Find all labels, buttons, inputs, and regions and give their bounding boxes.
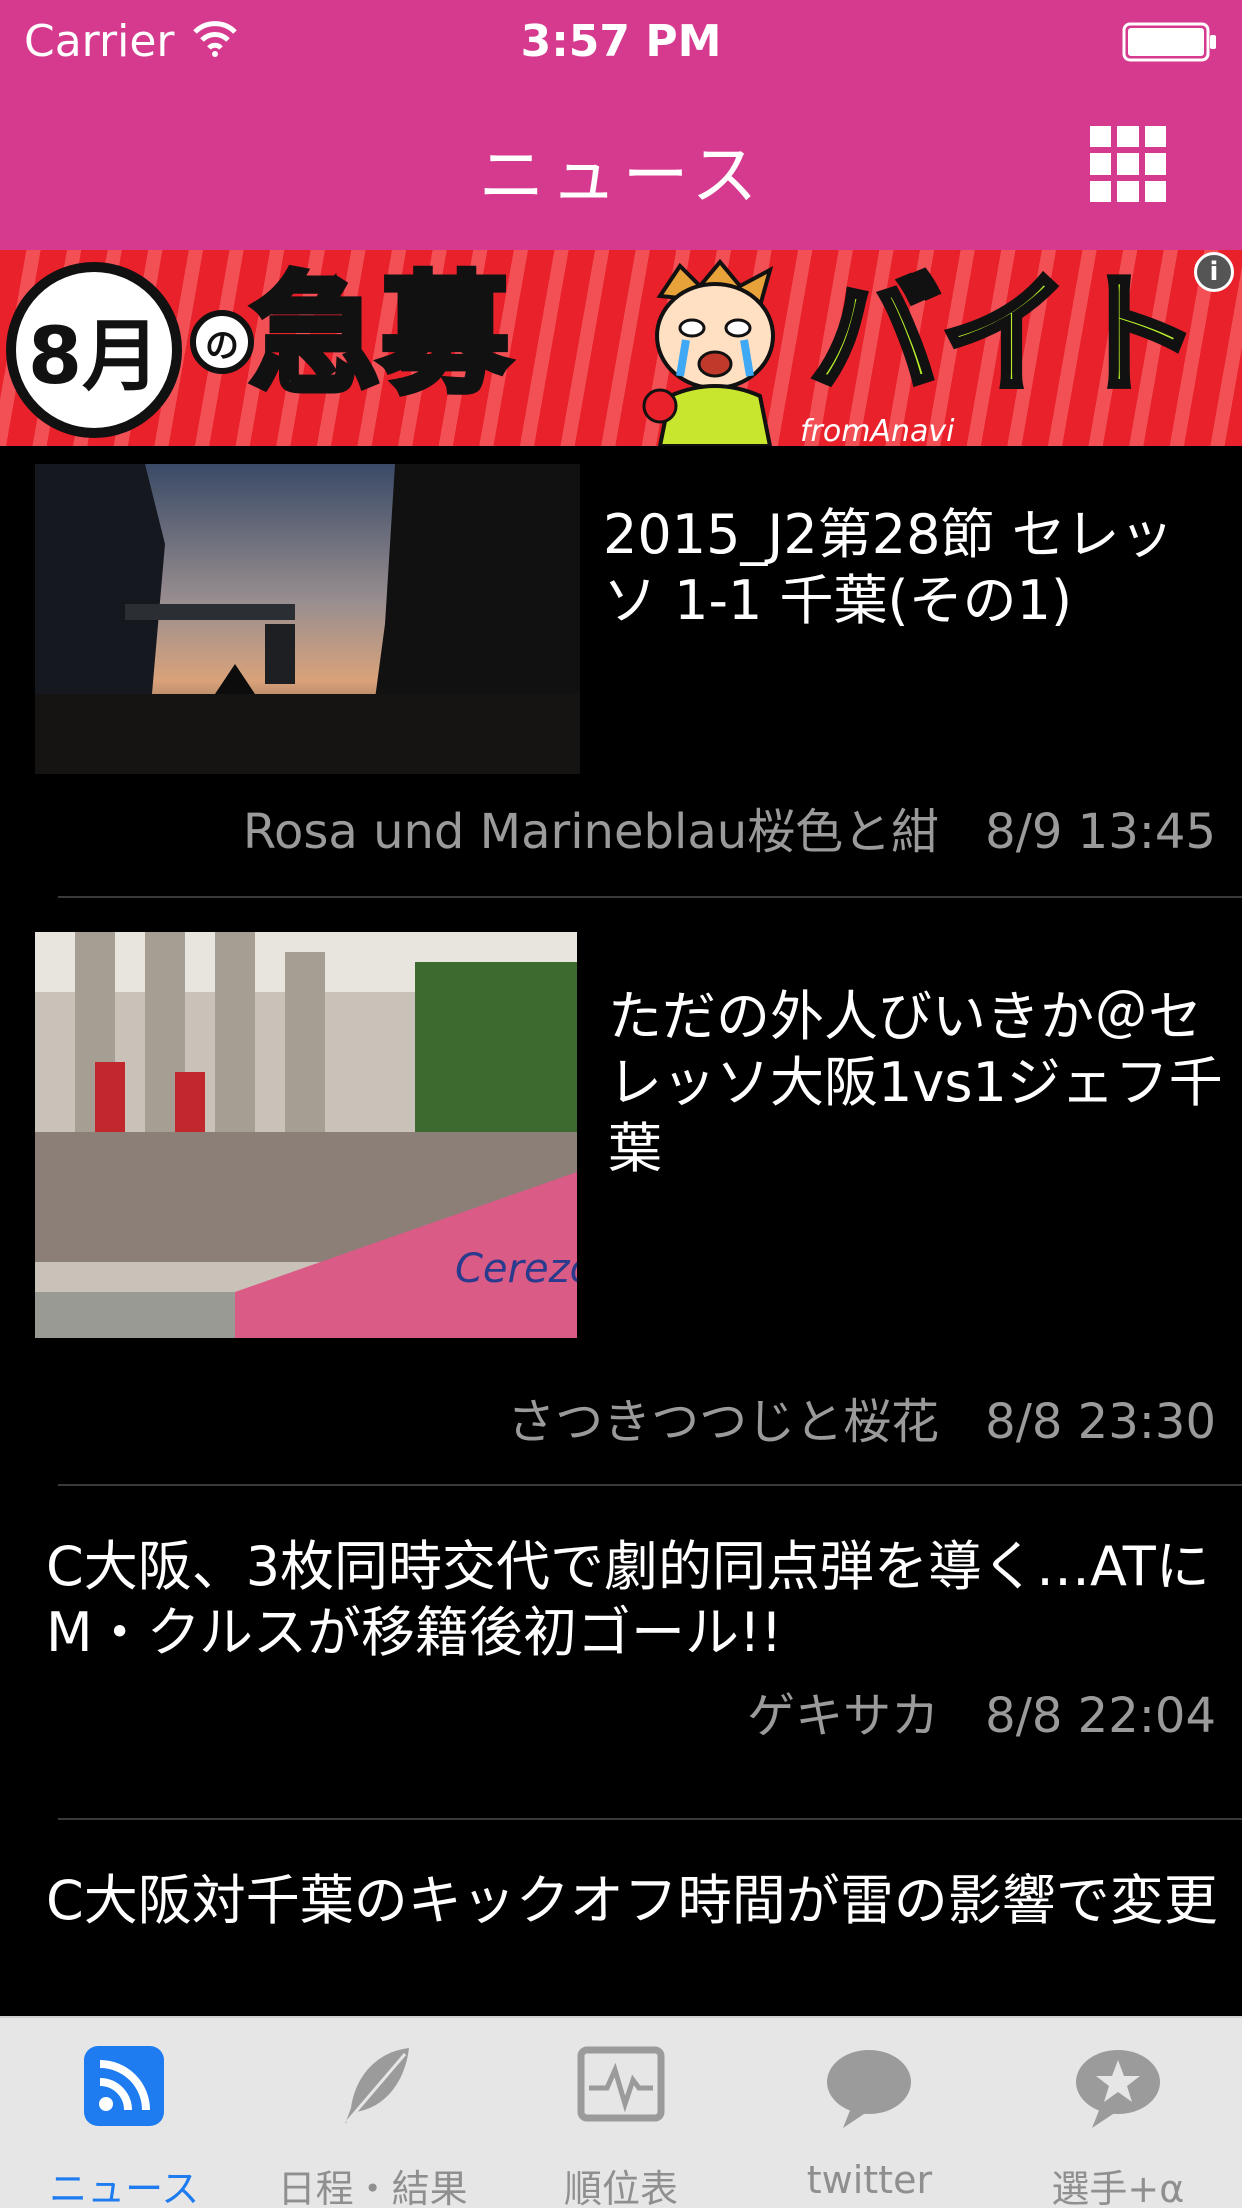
article-thumbnail	[35, 464, 580, 774]
list-item[interactable]: C大阪対千葉のキックオフ時間が雷の影響で変更	[0, 1820, 1242, 2016]
tab-label: twitter	[806, 2158, 933, 2202]
rss-icon	[84, 2046, 165, 2126]
tab-label: 日程・結果	[277, 2167, 468, 2208]
article-meta: さつきつつじと桜花 8/8 23:30	[507, 1382, 1216, 1452]
month-badge-text: 8月	[27, 312, 161, 402]
tab-label: 選手+α	[1051, 2167, 1185, 2208]
article-source: ゲキサカ	[747, 1688, 940, 1744]
speech-bubble-icon	[827, 2050, 912, 2128]
chart-monitor-icon	[577, 2046, 665, 2122]
article-title: C大阪対千葉のキックオフ時間が雷の影響で変更	[46, 1869, 1218, 1932]
ad-banner[interactable]: 8月 の 急募 バイト fromAnavi i	[0, 250, 1242, 446]
feather-icon	[344, 2048, 409, 2124]
tab-bar: ニュース 日程・結果 順位表 twitter 選手+α	[0, 2016, 1242, 2208]
grid-icon-cell	[1144, 180, 1166, 202]
status-time: 3:57 PM	[520, 16, 722, 67]
list-item[interactable]: Cerezo ただの外人びいきか＠セレッソ大阪1vs1ジェフ千葉 さつきつつじと…	[0, 898, 1242, 1486]
grid-icon-cell	[1090, 180, 1112, 202]
page-title: ニュース	[478, 137, 764, 214]
article-date: 8/8 22:04	[985, 1688, 1216, 1744]
article-title: 2015_J2第28節 セレッソ 1-1 千葉(その1)	[603, 503, 1174, 632]
banner-headline-right: バイト	[807, 259, 1203, 411]
tab-news[interactable]: ニュース	[0, 2018, 248, 2208]
grid-menu-button[interactable]	[1090, 126, 1166, 202]
news-feed[interactable]: 2015_J2第28節 セレッソ 1-1 千葉(その1) Rosa und Ma…	[0, 446, 1242, 2016]
tab-players[interactable]: 選手+α	[994, 2018, 1242, 2208]
tab-twitter[interactable]: twitter	[745, 2018, 993, 2208]
grid-icon-cell	[1090, 126, 1112, 148]
tab-label: ニュース	[49, 2167, 200, 2208]
grid-icon-cell	[1117, 126, 1139, 148]
grid-icon-cell	[1090, 153, 1112, 175]
article-thumbnail: Cerezo	[35, 932, 577, 1338]
banner-brand: fromAnavi	[800, 414, 955, 446]
article-date: 8/8 23:30	[985, 1394, 1216, 1450]
particle-badge: の	[190, 310, 254, 374]
tab-standings[interactable]: 順位表	[497, 2018, 745, 2208]
article-meta: Rosa und Marineblau桜色と紺 8/9 13:45	[243, 792, 1216, 862]
article-title: C大阪、3枚同時交代で劇的同点弾を導く…ATにM・クルスが移籍後初ゴール!!	[46, 1535, 1210, 1664]
article-meta: ゲキサカ 8/8 22:04	[747, 1676, 1216, 1746]
article-title: ただの外人びいきか＠セレッソ大阪1vs1ジェフ千葉	[608, 985, 1223, 1180]
grid-icon-cell	[1117, 180, 1139, 202]
month-badge: 8月	[6, 262, 182, 438]
tab-schedule[interactable]: 日程・結果	[248, 2018, 496, 2208]
ad-info-icon[interactable]: i	[1194, 252, 1234, 292]
svg-text:Cerezo: Cerezo	[455, 1246, 577, 1292]
list-item[interactable]: 2015_J2第28節 セレッソ 1-1 千葉(その1) Rosa und Ma…	[0, 446, 1242, 898]
article-source: さつきつつじと桜花	[507, 1394, 940, 1450]
battery-icon	[1122, 22, 1216, 62]
mascot-illustration	[642, 258, 775, 446]
article-source: Rosa und Marineblau桜色と紺	[242, 804, 940, 860]
grid-icon-cell	[1144, 153, 1166, 175]
status-bar: Carrier 3:57 PM	[0, 0, 1242, 84]
grid-icon-cell	[1117, 153, 1139, 175]
list-item[interactable]: C大阪、3枚同時交代で劇的同点弾を導く…ATにM・クルスが移籍後初ゴール!! ゲ…	[0, 1486, 1242, 1820]
tab-label: 順位表	[564, 2167, 679, 2208]
article-date: 8/9 13:45	[985, 804, 1216, 860]
banner-headline-left: 急募	[247, 259, 513, 411]
star-bubble-icon	[1075, 2050, 1160, 2128]
grid-icon-cell	[1144, 126, 1166, 148]
navigation-header: Carrier 3:57 PM ニュース	[0, 0, 1242, 250]
